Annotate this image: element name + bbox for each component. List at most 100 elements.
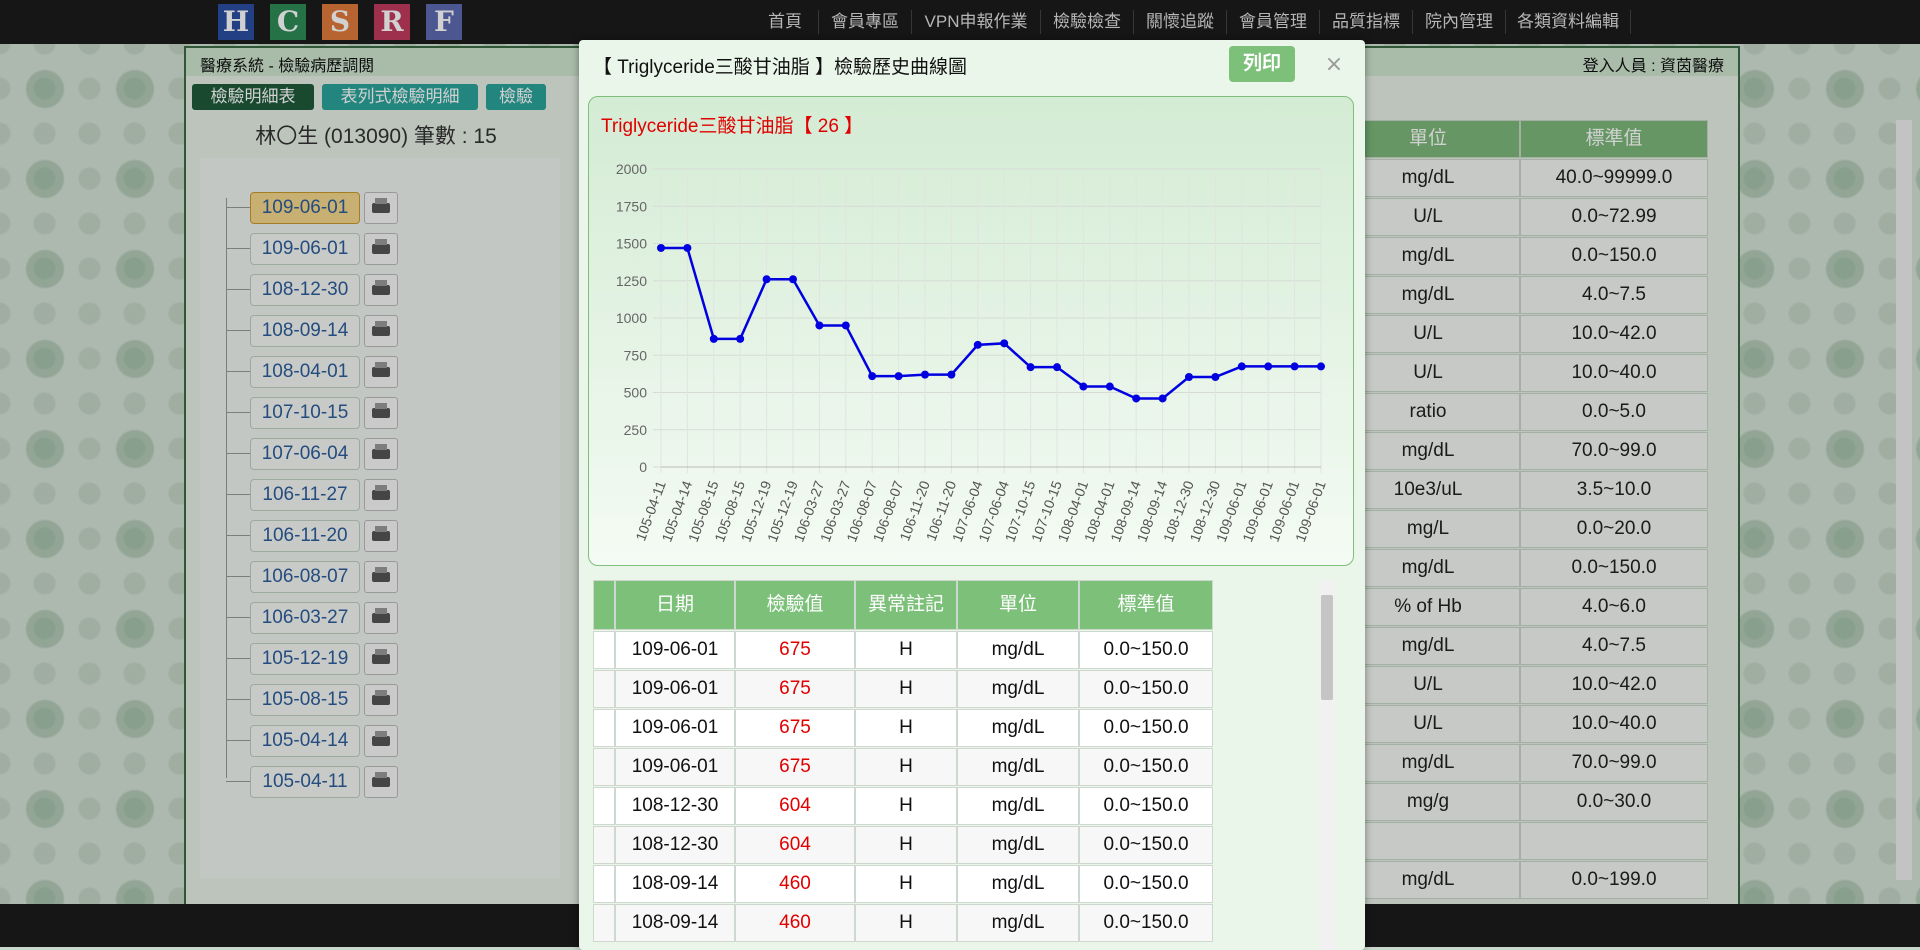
y-tick-label: 1000	[616, 310, 647, 326]
data-point	[815, 321, 824, 330]
logo-letter-r[interactable]: R	[374, 4, 410, 40]
printer-icon[interactable]	[364, 643, 398, 675]
grid-cell: H	[855, 787, 957, 825]
date-item[interactable]: 108-09-14	[250, 315, 360, 347]
logged-user: 登入人員 : 資茵醫療	[1582, 58, 1724, 75]
y-tick-label: 1250	[616, 273, 647, 289]
tab-list-detail[interactable]: 表列式檢驗明細	[322, 84, 478, 110]
data-point	[1026, 363, 1035, 372]
grid-cell: 0.0~150.0	[1079, 709, 1213, 747]
tab-more[interactable]: 檢驗	[486, 84, 546, 110]
printer-icon[interactable]	[364, 356, 398, 388]
printer-icon[interactable]	[364, 520, 398, 552]
date-item[interactable]: 105-08-15	[250, 684, 360, 716]
date-item[interactable]: 107-06-04	[250, 438, 360, 470]
result-cell: 3.5~10.0	[1520, 471, 1708, 509]
result-cell: 4.0~7.5	[1520, 627, 1708, 665]
tree-branch	[226, 453, 250, 454]
nav-item-2[interactable]: VPN申報作業	[912, 0, 1040, 44]
logo-letter-f[interactable]: F	[426, 4, 462, 40]
print-button[interactable]: 列印	[1229, 46, 1295, 82]
data-point	[1000, 339, 1009, 348]
printer-icon[interactable]	[364, 315, 398, 347]
grid-cell: H	[855, 709, 957, 747]
grid-cell: 0.0~150.0	[1079, 787, 1213, 825]
logo-letter-s[interactable]: S	[322, 4, 358, 40]
result-scrollbar[interactable]	[1896, 120, 1912, 880]
date-item[interactable]: 108-04-01	[250, 356, 360, 388]
y-tick-label: 1750	[616, 198, 647, 214]
date-item[interactable]: 105-04-14	[250, 725, 360, 757]
close-icon[interactable]: ×	[1323, 54, 1345, 76]
nav-item-0[interactable]: 首頁	[752, 0, 818, 44]
data-point	[1105, 382, 1114, 391]
data-point	[789, 275, 797, 284]
tree-branch	[226, 412, 250, 413]
grid-col-header: 檢驗值	[735, 580, 855, 630]
date-item[interactable]: 105-04-11	[250, 766, 360, 798]
grid-cell: H	[855, 904, 957, 942]
printer-icon[interactable]	[364, 561, 398, 593]
data-point	[1132, 394, 1141, 403]
data-point	[736, 334, 745, 343]
grid-col-header: 標準值	[1079, 580, 1213, 630]
grid-col-header: 異常註記	[855, 580, 957, 630]
grid-cell: mg/dL	[957, 631, 1079, 669]
logo-letter-c[interactable]: C	[270, 4, 306, 40]
printer-icon[interactable]	[364, 479, 398, 511]
grid-cell: mg/dL	[957, 826, 1079, 864]
printer-icon[interactable]	[364, 602, 398, 634]
printer-icon[interactable]	[364, 192, 398, 224]
grid-cell: 0.0~150.0	[1079, 631, 1213, 669]
tree-branch	[226, 535, 250, 536]
date-item[interactable]: 106-11-27	[250, 479, 360, 511]
result-cell: 0.0~150.0	[1520, 237, 1708, 275]
top-nav-bar: HCSRF 首頁 會員專區 VPN申報作業 檢驗檢查 關懷追蹤 會員管理 品質指標 院內管理各…	[0, 0, 1920, 44]
data-point	[1079, 382, 1088, 391]
grid-cell: 109-06-01	[615, 748, 735, 786]
nav-item-3[interactable]: 檢驗檢查	[1041, 0, 1133, 44]
data-point	[762, 275, 771, 284]
date-item[interactable]: 109-06-01	[250, 192, 360, 224]
date-item[interactable]: 106-03-27	[250, 602, 360, 634]
tree-branch	[226, 330, 250, 331]
grid-cell: 0.0~150.0	[1079, 670, 1213, 708]
date-item[interactable]: 106-08-07	[250, 561, 360, 593]
nav-item-4[interactable]: 關懷追蹤	[1134, 0, 1226, 44]
date-item[interactable]: 106-11-20	[250, 520, 360, 552]
date-item[interactable]: 109-06-01	[250, 233, 360, 265]
date-item[interactable]: 105-12-19	[250, 643, 360, 675]
data-point	[921, 370, 929, 379]
data-point	[1237, 362, 1246, 371]
logo-letter-h[interactable]: H	[218, 4, 254, 40]
y-tick-label: 1500	[616, 236, 647, 252]
printer-icon[interactable]	[364, 438, 398, 470]
grid-cell: mg/dL	[957, 865, 1079, 903]
data-point	[868, 372, 877, 381]
nav-item-6[interactable]: 品質指標	[1320, 0, 1412, 44]
grid-value-cell: 675	[735, 631, 855, 669]
grid-value-cell: 604	[735, 787, 855, 825]
nav-item-1[interactable]: 會員專區	[819, 0, 911, 44]
data-point	[709, 334, 718, 343]
printer-icon[interactable]	[364, 233, 398, 265]
printer-icon[interactable]	[364, 397, 398, 429]
grid-col-header	[593, 580, 615, 630]
modal-title: 【 Triglyceride三酸甘油脂 】檢驗歷史曲線圖	[593, 57, 968, 78]
date-item[interactable]: 108-12-30	[250, 274, 360, 306]
grid-scroll-thumb[interactable]	[1321, 595, 1333, 700]
date-item[interactable]: 107-10-15	[250, 397, 360, 429]
printer-icon[interactable]	[364, 766, 398, 798]
tab-detail[interactable]: 檢驗明細表	[192, 84, 314, 110]
data-point	[1211, 373, 1220, 382]
result-cell: 0.0~5.0	[1520, 393, 1708, 431]
printer-icon[interactable]	[364, 725, 398, 757]
nav-item-5[interactable]: 會員管理	[1227, 0, 1319, 44]
nav-item-7[interactable]: 院內管理	[1413, 0, 1505, 44]
nav-item-8[interactable]: 各類資料編輯	[1506, 0, 1630, 44]
grid-cell	[593, 748, 615, 786]
printer-icon[interactable]	[364, 684, 398, 716]
data-point	[973, 340, 982, 349]
printer-icon[interactable]	[364, 274, 398, 306]
grid-cell	[593, 670, 615, 708]
